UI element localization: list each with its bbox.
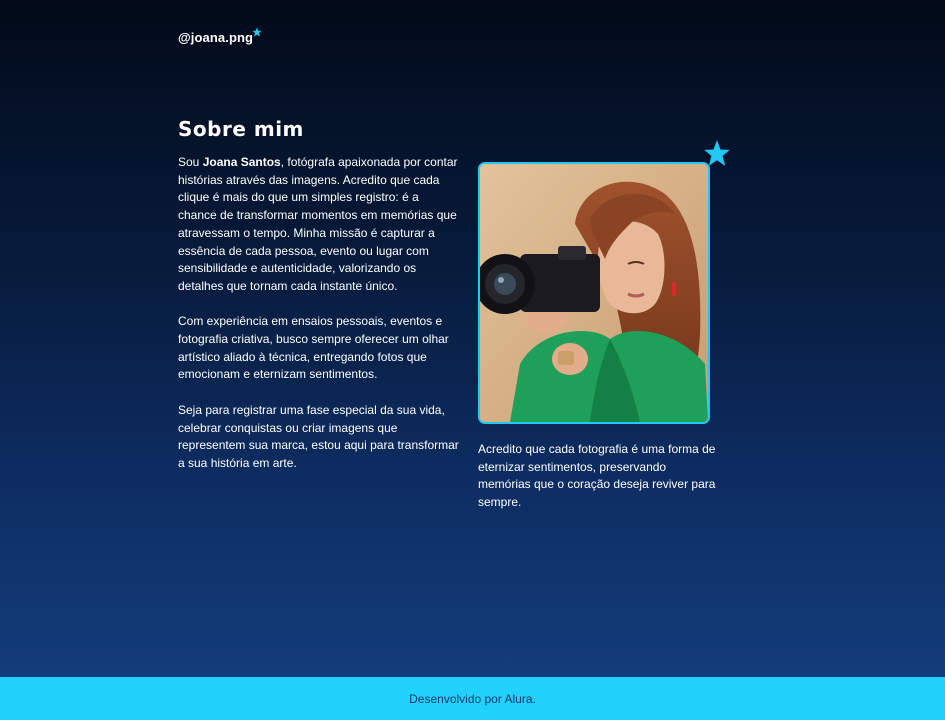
footer: Desenvolvido por Alura. — [0, 677, 945, 720]
brand-logo[interactable]: @joana.png — [178, 27, 262, 45]
brand-text: @joana.png — [178, 30, 254, 45]
profile-photo — [478, 162, 710, 424]
about-text: Sou Joana Santos, fotógrafa apaixonada p… — [178, 154, 460, 490]
star-icon — [252, 27, 262, 37]
author-name: Joana Santos — [202, 155, 281, 169]
photographer-image — [480, 164, 708, 422]
about-paragraph-2: Com experiência em ensaios pessoais, eve… — [178, 314, 449, 382]
star-icon — [704, 140, 730, 166]
about-paragraph-1: Sou Joana Santos, fotógrafa apaixonada p… — [178, 155, 458, 293]
photo-caption: Acredito que cada fotografia é uma forma… — [478, 442, 716, 510]
footer-text: Desenvolvido por Alura. — [409, 691, 536, 706]
about-paragraph-3: Seja para registrar uma fase especial da… — [178, 402, 459, 470]
page-title: Sobre mim — [178, 117, 304, 141]
